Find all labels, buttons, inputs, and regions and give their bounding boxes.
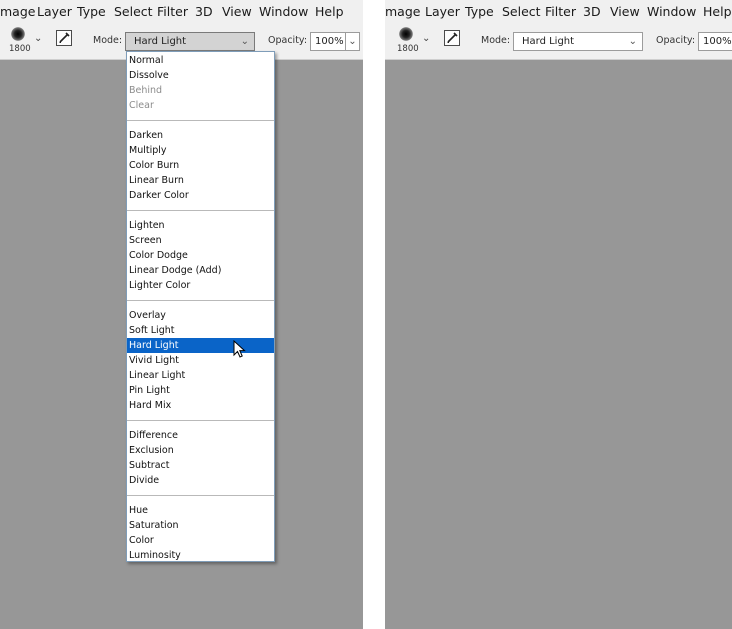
blend-option-difference[interactable]: Difference bbox=[127, 428, 274, 443]
mode-select[interactable]: Hard Light ⌄ bbox=[513, 32, 643, 51]
blend-option-lighter-color[interactable]: Lighter Color bbox=[127, 278, 274, 293]
menu-layer[interactable]: Layer bbox=[37, 4, 72, 20]
menu-filter[interactable]: Filter bbox=[157, 4, 188, 20]
options-bar: 1800 ⌄ Mode: Hard Light ⌄ Opacity: 100% bbox=[385, 24, 732, 60]
blend-option-exclusion[interactable]: Exclusion bbox=[127, 443, 274, 458]
blend-option-linear-burn[interactable]: Linear Burn bbox=[127, 173, 274, 188]
blend-option-color[interactable]: Color bbox=[127, 533, 274, 548]
brush-size: 1800 bbox=[397, 44, 419, 54]
menu-image[interactable]: mage bbox=[0, 4, 35, 20]
mode-select[interactable]: Hard Light ⌄ bbox=[125, 32, 255, 51]
opacity-label: Opacity: bbox=[268, 35, 308, 46]
menu-window[interactable]: Window bbox=[259, 4, 308, 20]
blend-option-saturation[interactable]: Saturation bbox=[127, 518, 274, 533]
brush-size: 1800 bbox=[9, 44, 31, 54]
blend-option-linear-light[interactable]: Linear Light bbox=[127, 368, 274, 383]
blend-option-divide[interactable]: Divide bbox=[127, 473, 274, 488]
opacity-chevron-icon[interactable]: ⌄ bbox=[346, 32, 360, 51]
brush-picker-chevron-icon[interactable]: ⌄ bbox=[34, 33, 42, 44]
brush-picker-chevron-icon[interactable]: ⌄ bbox=[422, 33, 430, 44]
menu-separator bbox=[127, 420, 274, 421]
mouse-cursor-icon bbox=[233, 340, 246, 358]
menu-bar: mage Layer Type Select Filter 3D View Wi… bbox=[0, 0, 363, 24]
blend-mode-dropdown: Normal Dissolve Behind Clear Darken Multiply C… bbox=[126, 51, 275, 562]
brush-preview-icon[interactable] bbox=[11, 27, 25, 41]
brush-settings-toggle-icon[interactable] bbox=[56, 30, 72, 46]
menu-separator bbox=[127, 300, 274, 301]
blend-option-dissolve[interactable]: Dissolve bbox=[127, 68, 274, 83]
menu-separator bbox=[127, 120, 274, 121]
blend-option-multiply[interactable]: Multiply bbox=[127, 143, 274, 158]
menu-bar: mage Layer Type Select Filter 3D View Wi… bbox=[385, 0, 732, 24]
menu-type[interactable]: Type bbox=[465, 4, 494, 20]
menu-3d[interactable]: 3D bbox=[195, 4, 213, 20]
menu-view[interactable]: View bbox=[610, 4, 640, 20]
mode-label: Mode: bbox=[93, 35, 123, 46]
menu-help[interactable]: Help bbox=[703, 4, 732, 20]
menu-window[interactable]: Window bbox=[647, 4, 696, 20]
blend-option-pin-light[interactable]: Pin Light bbox=[127, 383, 274, 398]
left-screenshot: mage Layer Type Select Filter 3D View Wi… bbox=[0, 0, 363, 629]
blend-option-color-burn[interactable]: Color Burn bbox=[127, 158, 274, 173]
blend-option-darken[interactable]: Darken bbox=[127, 128, 274, 143]
blend-option-behind: Behind bbox=[129, 85, 163, 96]
menu-layer[interactable]: Layer bbox=[425, 4, 460, 20]
brush-settings-toggle-icon[interactable] bbox=[444, 30, 460, 46]
blend-option-clear: Clear bbox=[129, 100, 154, 111]
menu-help[interactable]: Help bbox=[315, 4, 344, 20]
opacity-input[interactable]: 100% bbox=[698, 32, 732, 51]
blend-option-overlay[interactable]: Overlay bbox=[127, 308, 274, 323]
chevron-down-icon: ⌄ bbox=[240, 36, 249, 47]
menu-view[interactable]: View bbox=[222, 4, 252, 20]
blend-option-darker-color[interactable]: Darker Color bbox=[127, 188, 274, 203]
menu-separator bbox=[127, 495, 274, 496]
blend-option-hue[interactable]: Hue bbox=[127, 503, 274, 518]
menu-separator bbox=[127, 210, 274, 211]
blend-option-linear-dodge-add[interactable]: Linear Dodge (Add) bbox=[127, 263, 274, 278]
blend-option-normal[interactable]: Normal bbox=[127, 53, 274, 68]
opacity-input[interactable]: 100% bbox=[310, 32, 346, 51]
menu-type[interactable]: Type bbox=[77, 4, 106, 20]
blend-option-lighten[interactable]: Lighten bbox=[127, 218, 274, 233]
blend-option-hard-light[interactable]: Hard Light bbox=[127, 338, 274, 353]
blend-option-color-dodge[interactable]: Color Dodge bbox=[127, 248, 274, 263]
blend-option-subtract[interactable]: Subtract bbox=[127, 458, 274, 473]
menu-select[interactable]: Select bbox=[114, 4, 153, 20]
menu-filter[interactable]: Filter bbox=[545, 4, 576, 20]
mode-value: Hard Light bbox=[134, 36, 187, 47]
opacity-label: Opacity: bbox=[656, 35, 696, 46]
blend-option-soft-light[interactable]: Soft Light bbox=[127, 323, 274, 338]
mode-label: Mode: bbox=[481, 35, 511, 46]
brush-preview-icon[interactable] bbox=[399, 27, 413, 41]
mode-value: Hard Light bbox=[522, 36, 575, 47]
menu-3d[interactable]: 3D bbox=[583, 4, 601, 20]
blend-option-hard-mix[interactable]: Hard Mix bbox=[127, 398, 274, 413]
blend-option-vivid-light[interactable]: Vivid Light bbox=[127, 353, 274, 368]
blend-option-luminosity[interactable]: Luminosity bbox=[127, 548, 274, 563]
chevron-down-icon: ⌄ bbox=[628, 36, 637, 47]
menu-image[interactable]: mage bbox=[385, 4, 420, 20]
blend-option-screen[interactable]: Screen bbox=[127, 233, 274, 248]
divider-gap bbox=[363, 0, 385, 629]
right-screenshot: mage Layer Type Select Filter 3D View Wi… bbox=[385, 0, 732, 629]
menu-select[interactable]: Select bbox=[502, 4, 541, 20]
